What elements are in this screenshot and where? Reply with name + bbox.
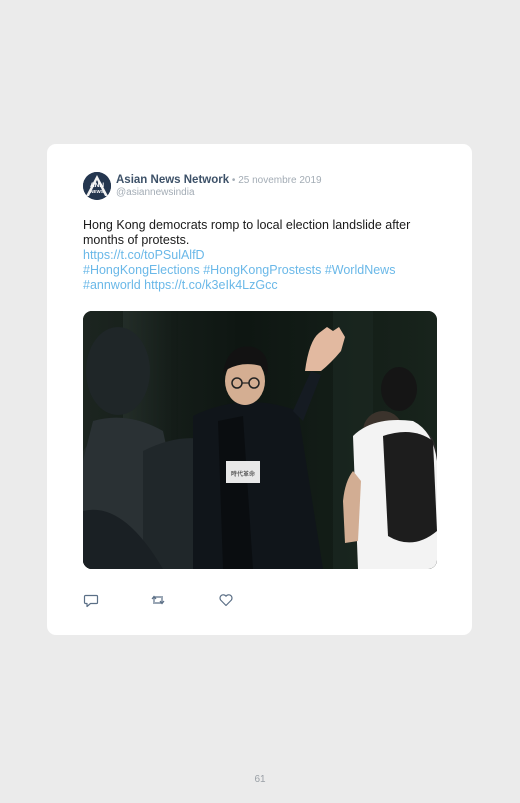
retweet-icon — [151, 595, 165, 605]
tweet-link-2[interactable]: https://t.co/k3eIk4LzGcc — [144, 278, 277, 292]
avatar-text-top: ANN — [90, 182, 104, 189]
retweet-button[interactable] — [150, 592, 166, 608]
author-handle[interactable]: @asiannewsindia — [116, 187, 195, 199]
like-button[interactable] — [218, 592, 234, 608]
tweet-card: ANN NEWS Asian News Network • 25 novembr… — [47, 144, 472, 635]
date-separator: • — [229, 175, 239, 186]
sign-text: 時代革命 — [231, 470, 255, 478]
comment-icon — [83, 594, 99, 608]
tweet-photo[interactable]: 時代革命 — [83, 311, 437, 569]
tweet-hashtag-annworld[interactable]: #annworld — [83, 278, 141, 292]
reply-button[interactable] — [83, 592, 99, 608]
tweet-text: Hong Kong democrats romp to local electi… — [83, 218, 443, 293]
tweet-body: Hong Kong democrats romp to local electi… — [83, 218, 411, 247]
ann-logo-icon: ANN NEWS — [83, 172, 111, 200]
heart-icon — [219, 594, 233, 607]
author-name[interactable]: Asian News Network — [116, 174, 229, 186]
avatar[interactable]: ANN NEWS — [83, 172, 111, 200]
tweet-link[interactable]: https://t.co/toPSulAlfD — [83, 248, 205, 262]
author-line: Asian News Network • 25 novembre 2019 — [116, 173, 322, 188]
tweet-hashtags[interactable]: #HongKongElections #HongKongProstests #W… — [83, 263, 395, 277]
avatar-text-bottom: NEWS — [90, 189, 104, 194]
page-number: 61 — [254, 774, 266, 785]
tweet-date[interactable]: 25 novembre 2019 — [238, 175, 321, 186]
protest-photo: 時代革命 — [83, 311, 437, 569]
